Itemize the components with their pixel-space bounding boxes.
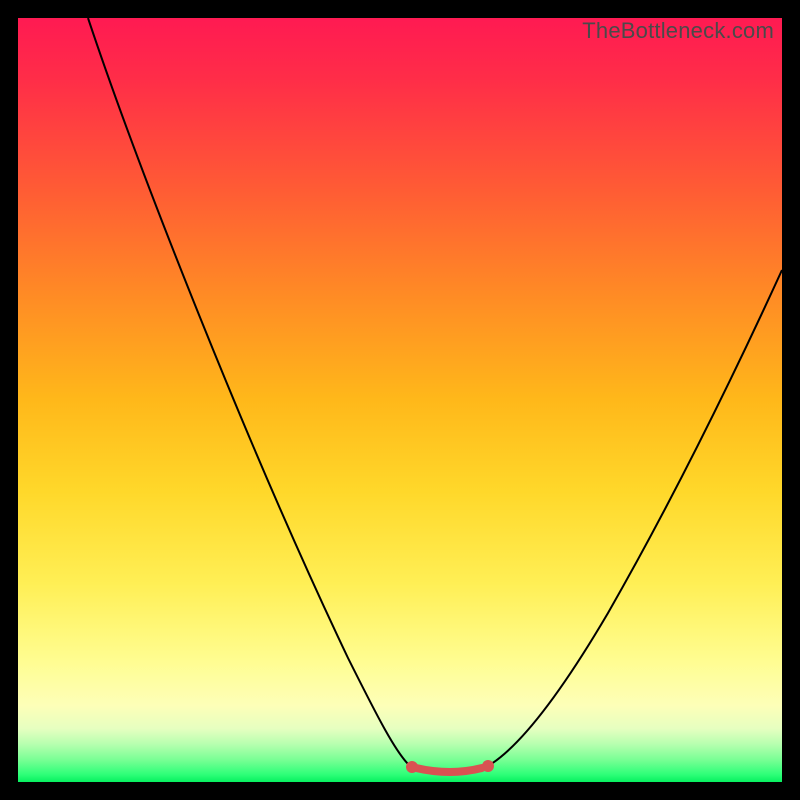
optimal-zone-end-dot	[482, 760, 494, 772]
curve-right-limb	[488, 270, 782, 766]
chart-frame: TheBottleneck.com	[0, 0, 800, 800]
optimal-zone-start-dot	[406, 761, 418, 773]
curve-svg	[18, 18, 782, 782]
optimal-zone-segment	[416, 768, 482, 772]
plot-area: TheBottleneck.com	[18, 18, 782, 782]
curve-left-limb	[88, 18, 410, 766]
